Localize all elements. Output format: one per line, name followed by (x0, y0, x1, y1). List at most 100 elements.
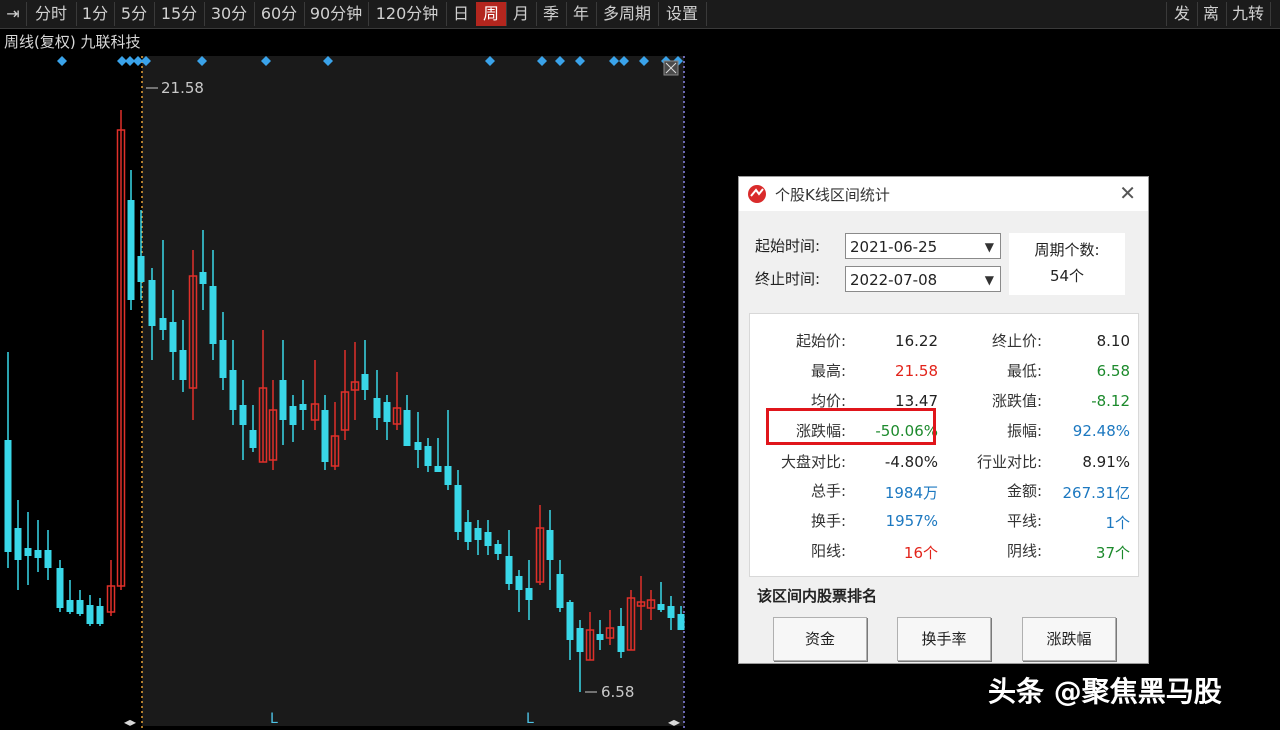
candle-body (239, 405, 247, 425)
up-count-label: 阳线: (810, 542, 846, 560)
tab-year[interactable]: 年 (566, 2, 597, 26)
candle-body (464, 522, 472, 542)
amount-value: 267.31亿 (1062, 484, 1131, 502)
drag-handle-right-icon[interactable]: ◂▸ (668, 715, 680, 729)
tab-5min[interactable]: 5分 (114, 2, 155, 26)
amplitude-label: 振幅: (1006, 422, 1042, 440)
candle-body (414, 442, 422, 450)
candle-body (229, 370, 237, 410)
industry-compare-value: 8.91% (1082, 453, 1130, 471)
candle-body (657, 604, 665, 610)
dialog-titlebar: 个股K线区间统计 ✕ (739, 177, 1148, 211)
candle-body (179, 350, 187, 380)
candle-body (159, 318, 167, 330)
toolbar-btn-jiuzhuan[interactable]: 九转 (1226, 2, 1271, 26)
app-logo-icon (748, 185, 766, 203)
tab-120min[interactable]: 120分钟 (368, 2, 447, 26)
tab-1min[interactable]: 1分 (76, 2, 115, 26)
candle-body (576, 628, 584, 652)
tab-day[interactable]: 日 (446, 2, 477, 26)
candle-body (546, 530, 554, 560)
high-label: 最高: (810, 362, 846, 380)
tab-month[interactable]: 月 (506, 2, 537, 26)
candle-body (361, 374, 369, 390)
rank-by-funds-button[interactable]: 资金 (773, 617, 867, 661)
candle-body (444, 466, 452, 485)
tab-60min[interactable]: 60分 (254, 2, 305, 26)
rank-by-change-button[interactable]: 涨跌幅 (1022, 617, 1116, 661)
end-time-label: 终止时间: (755, 270, 821, 288)
candle-body (494, 544, 502, 554)
market-compare-value: -4.80% (884, 453, 938, 471)
drag-handle-left-icon[interactable]: ◂▸ (124, 715, 136, 729)
rank-by-turnover-button[interactable]: 换手率 (897, 617, 991, 661)
candle-body (56, 568, 64, 608)
toolbar-btn-fa[interactable]: 发 (1166, 2, 1198, 26)
tab-week[interactable]: 周 (476, 2, 507, 26)
chevron-down-icon: ▼ (984, 273, 994, 287)
end-time-select[interactable]: 2022-07-08 ▼ (845, 266, 1001, 292)
candle-body (169, 322, 177, 352)
candle-body (209, 286, 217, 344)
stock-name: 九联科技 (80, 33, 141, 51)
candle-body (566, 602, 574, 640)
candle-body (289, 406, 297, 425)
high-value: 21.58 (895, 362, 938, 380)
tab-multi-period[interactable]: 多周期 (596, 2, 659, 26)
flat-count-value: 1个 (1105, 514, 1130, 532)
tab-30min[interactable]: 30分 (204, 2, 255, 26)
dialog-title: 个股K线区间统计 (775, 186, 890, 204)
candle-body (76, 600, 84, 614)
amplitude-value: 92.48% (1072, 422, 1130, 440)
candle-body (34, 550, 42, 558)
candle-body (667, 606, 675, 618)
candle-body (505, 556, 513, 584)
tab-90min[interactable]: 90分钟 (304, 2, 369, 26)
signal-marker-icon (57, 56, 67, 66)
stats-panel: 起始价: 16.22 终止价: 8.10 最高: 21.58 最低: 6.58 … (749, 313, 1139, 577)
candle-body (617, 626, 625, 652)
candle-body (219, 340, 227, 378)
period-count-value: 54个 (1049, 267, 1085, 285)
candle-body (525, 588, 533, 600)
start-time-select[interactable]: 2021-06-25 ▼ (845, 233, 1001, 259)
candle-body (373, 398, 381, 418)
start-time-label: 起始时间: (755, 237, 821, 255)
candle-body (66, 600, 74, 612)
low-label: 最低: (1006, 362, 1042, 380)
candle-body (321, 410, 329, 462)
up-count-value: 16个 (903, 544, 938, 562)
candle-body (474, 528, 482, 540)
period-toolbar: ⇥ 分时 1分 5分 15分 30分 60分 90分钟 120分钟 日 周 月 … (0, 0, 1280, 29)
candle-body (383, 402, 391, 422)
period-count-box: 周期个数: 54个 (1009, 233, 1125, 295)
candle-body (4, 440, 12, 552)
candle-body (454, 485, 462, 532)
start-price-label: 起始价: (795, 332, 846, 350)
candle-body (86, 605, 94, 624)
candle-body (677, 614, 685, 630)
down-count-label: 阴线: (1006, 542, 1042, 560)
start-price-value: 16.22 (895, 332, 938, 350)
period-label: 周线(复权) (4, 33, 76, 51)
collapse-icon[interactable]: ⇥ (0, 2, 27, 26)
period-count-label: 周期个数: (1034, 241, 1100, 259)
toolbar-btn-li[interactable]: 离 (1196, 2, 1227, 26)
candle-body (424, 446, 432, 466)
close-icon[interactable]: ✕ (1119, 181, 1136, 205)
start-time-value: 2021-06-25 (850, 238, 938, 256)
tab-15min[interactable]: 15分 (154, 2, 205, 26)
selection-region (142, 56, 684, 726)
candle-body (44, 550, 52, 568)
bottom-mark-1: L (270, 711, 278, 727)
tab-settings[interactable]: 设置 (658, 2, 707, 26)
candle-body (403, 410, 411, 446)
candle-body (299, 404, 307, 410)
turnover-label: 换手: (810, 512, 846, 530)
tab-quarter[interactable]: 季 (536, 2, 567, 26)
end-price-value: 8.10 (1096, 332, 1130, 350)
candle-body (484, 532, 492, 546)
bottom-mark-2: L (526, 711, 534, 727)
candle-body (24, 548, 32, 556)
tab-minute-chart[interactable]: 分时 (26, 2, 77, 26)
